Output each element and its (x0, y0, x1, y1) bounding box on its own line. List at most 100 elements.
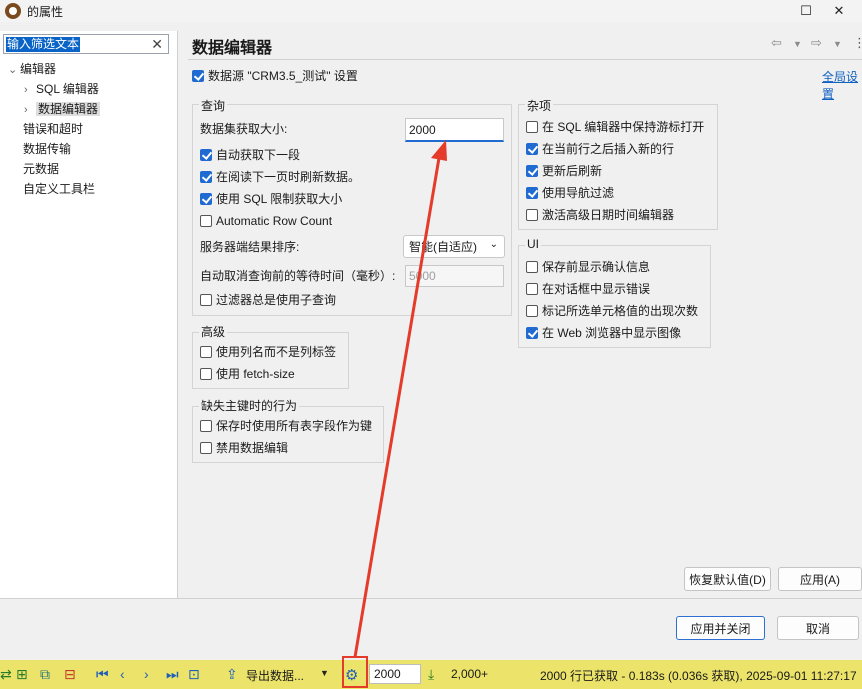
delete-row-icon[interactable]: ⊟ (64, 666, 76, 683)
auto-fetch-next-label: 自动获取下一段 (216, 148, 301, 162)
use-nav-filter-row[interactable]: 使用导航过滤 (526, 185, 614, 201)
auto-row-count-checkbox[interactable] (200, 215, 212, 227)
use-all-columns-row[interactable]: 保存时使用所有表字段作为键 (200, 418, 372, 434)
fit-columns-icon[interactable]: ⊡ (188, 666, 200, 683)
chevron-right-icon[interactable]: › (24, 101, 36, 119)
apply-and-close-button[interactable]: 应用并关闭 (676, 616, 765, 640)
tree-item-metadata[interactable]: 元数据 (23, 160, 59, 178)
server-sort-label: 服务器端结果排序: (200, 240, 300, 254)
annotation-highlight-box (342, 656, 368, 688)
confirm-before-save-label: 保存前显示确认信息 (542, 260, 651, 274)
tree-item-sql-editor[interactable]: › SQL 编辑器 (24, 80, 99, 99)
tree-item-label: 编辑器 (20, 62, 57, 76)
last-page-icon[interactable]: ⏭ (166, 666, 179, 683)
chevron-down-icon: ⌄ (489, 239, 498, 250)
auto-row-count-row[interactable]: Automatic Row Count (200, 213, 332, 229)
more-options-icon[interactable]: ⋮ (853, 35, 862, 51)
fetch-size-field[interactable]: 2000 (369, 664, 421, 684)
confirm-before-save-row[interactable]: 保存前显示确认信息 (526, 259, 650, 275)
use-fetch-size-checkbox[interactable] (200, 368, 212, 380)
datasource-settings-row[interactable]: 数据源 "CRM3.5_测试" 设置 (192, 68, 358, 84)
tree-item-editors[interactable]: ⌄ 编辑器 (8, 60, 56, 79)
window-titlebar: 的属性 ☐ ✕ (0, 0, 862, 22)
keep-cursor-row[interactable]: 在 SQL 编辑器中保持游标打开 (526, 119, 704, 135)
insert-after-current-row[interactable]: 在当前行之后插入新的行 (526, 141, 674, 157)
tree-item-data-transfer[interactable]: 数据传输 (23, 140, 71, 158)
mark-cell-occurrences-checkbox[interactable] (526, 305, 538, 317)
auto-cancel-input: 5000 (405, 265, 504, 287)
fetch-more-button[interactable]: 2,000+ (451, 667, 488, 681)
forward-arrow-icon[interactable]: ⇨ (811, 35, 822, 51)
use-sql-limit-row[interactable]: 使用 SQL 限制获取大小 (200, 191, 342, 207)
add-row-icon[interactable]: ⊞ (16, 666, 28, 683)
export-data-button[interactable]: 导出数据... (246, 667, 304, 684)
use-nav-filter-checkbox[interactable] (526, 187, 538, 199)
toggle-panel-icon[interactable]: ⇄ (0, 666, 12, 683)
clear-filter-icon[interactable]: ✕ (151, 36, 163, 53)
status-text: 2000 行已获取 - 0.183s (0.036s 获取), 2025-09-… (540, 669, 857, 683)
dialog-divider (0, 598, 862, 599)
use-all-columns-label: 保存时使用所有表字段作为键 (216, 419, 373, 433)
refresh-on-next-page-row[interactable]: 在阅读下一页时刷新数据。 (200, 169, 360, 185)
datasource-settings-checkbox[interactable] (192, 70, 204, 82)
disable-editing-row[interactable]: 禁用数据编辑 (200, 440, 288, 456)
use-column-names-checkbox[interactable] (200, 346, 212, 358)
restore-defaults-button[interactable]: 恢复默认值(D) (684, 567, 771, 591)
mark-cell-occurrences-label: 标记所选单元格值的出现次数 (542, 304, 699, 318)
export-icon[interactable]: ⇪ (226, 666, 238, 683)
disable-editing-checkbox[interactable] (200, 442, 212, 454)
show-images-in-browser-row[interactable]: 在 Web 浏览器中显示图像 (526, 325, 681, 341)
query-group-title: 查询 (199, 97, 228, 114)
apply-button[interactable]: 应用(A) (778, 567, 862, 591)
mark-cell-occurrences-row[interactable]: 标记所选单元格值的出现次数 (526, 303, 698, 319)
app-logo-icon (5, 3, 21, 19)
close-window-button[interactable]: ✕ (816, 0, 862, 22)
filter-input-text: 输入筛选文本 (6, 36, 81, 52)
advanced-date-editor-checkbox[interactable] (526, 209, 538, 221)
next-page-icon[interactable]: › (144, 666, 149, 682)
auto-fetch-next-checkbox[interactable] (200, 149, 212, 161)
chevron-down-icon[interactable]: ⌄ (8, 61, 20, 79)
use-all-columns-checkbox[interactable] (200, 420, 212, 432)
fetch-size-label: 数据集获取大小: (200, 122, 288, 136)
refresh-on-next-page-checkbox[interactable] (200, 171, 212, 183)
show-errors-in-dialog-row[interactable]: 在对话框中显示错误 (526, 281, 650, 297)
insert-after-current-checkbox[interactable] (526, 143, 538, 155)
first-page-icon[interactable]: ⏮ (96, 666, 109, 683)
cancel-button[interactable]: 取消 (777, 616, 859, 640)
keep-cursor-checkbox[interactable] (526, 121, 538, 133)
tree-item-errors-timeouts[interactable]: 错误和超时 (23, 120, 83, 138)
advanced-group-title: 高级 (199, 323, 228, 340)
tree-item-custom-toolbar[interactable]: 自定义工具栏 (23, 180, 95, 198)
use-fetch-size-row[interactable]: 使用 fetch-size (200, 366, 295, 382)
insert-after-current-label: 在当前行之后插入新的行 (542, 142, 675, 156)
filter-input[interactable]: 输入筛选文本 ✕ (3, 34, 169, 54)
global-settings-link[interactable]: 全局设置 (822, 68, 862, 102)
advanced-date-editor-label: 激活高级日期时间编辑器 (542, 208, 675, 222)
refresh-after-update-row[interactable]: 更新后刷新 (526, 163, 602, 179)
confirm-before-save-checkbox[interactable] (526, 261, 538, 273)
filter-subquery-row[interactable]: 过滤器总是使用子查询 (200, 292, 336, 308)
fetch-size-input[interactable]: 2000 (405, 118, 504, 142)
filter-subquery-checkbox[interactable] (200, 294, 212, 306)
chevron-right-icon[interactable]: › (24, 81, 36, 99)
previous-page-icon[interactable]: ‹ (120, 666, 125, 682)
show-errors-in-dialog-checkbox[interactable] (526, 283, 538, 295)
copy-row-icon[interactable]: ⧉ (40, 666, 50, 683)
back-history-dropdown-icon[interactable]: ▼ (793, 39, 802, 49)
advanced-date-editor-row[interactable]: 激活高级日期时间编辑器 (526, 207, 674, 223)
fetch-next-icon[interactable]: ⤓ (428, 666, 434, 683)
show-images-in-browser-checkbox[interactable] (526, 327, 538, 339)
use-sql-limit-label: 使用 SQL 限制获取大小 (216, 192, 343, 206)
use-column-names-row[interactable]: 使用列名而不是列标签 (200, 344, 336, 360)
server-sort-select[interactable]: 智能(自适应) ⌄ (403, 235, 505, 258)
export-dropdown-icon[interactable]: ▼ (320, 668, 329, 678)
use-sql-limit-checkbox[interactable] (200, 193, 212, 205)
forward-history-dropdown-icon[interactable]: ▼ (833, 39, 842, 49)
refresh-after-update-checkbox[interactable] (526, 165, 538, 177)
disable-editing-label: 禁用数据编辑 (216, 441, 289, 455)
title-divider (188, 59, 862, 60)
tree-item-data-editor[interactable]: › 数据编辑器 (24, 100, 101, 119)
back-arrow-icon[interactable]: ⇦ (771, 35, 782, 51)
auto-fetch-next-row[interactable]: 自动获取下一段 (200, 147, 300, 163)
